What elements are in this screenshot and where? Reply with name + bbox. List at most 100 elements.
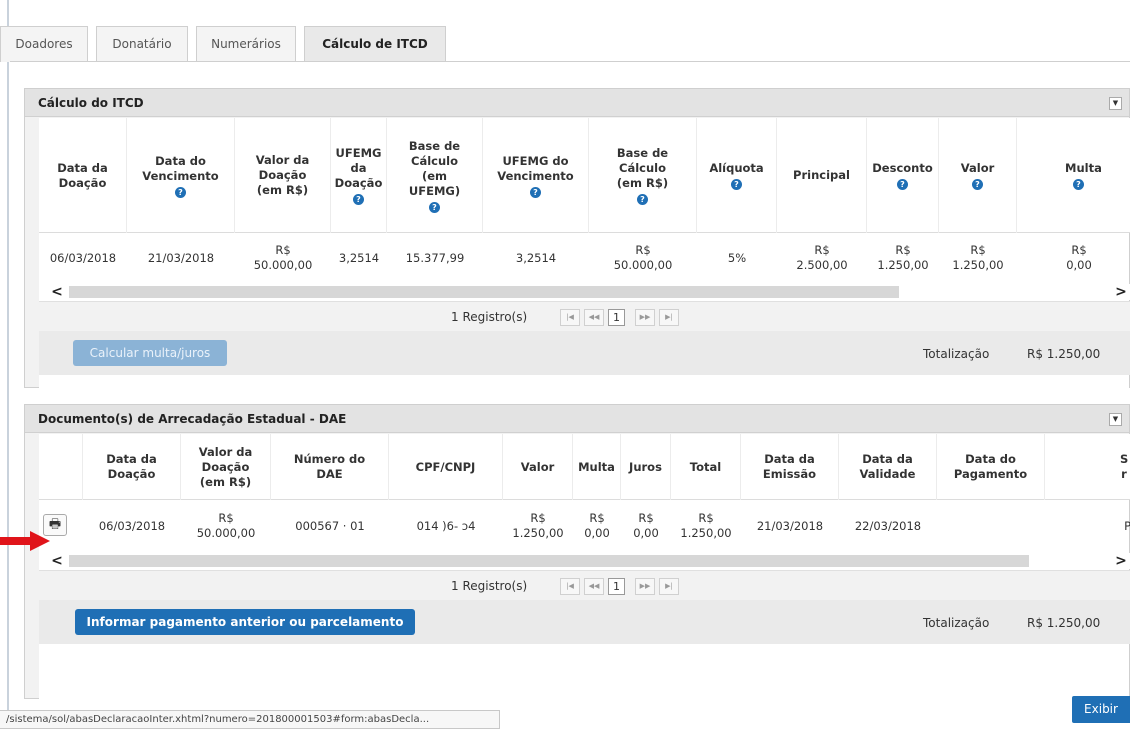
cell-text: R$ 0,00 xyxy=(633,511,659,540)
scroll-left-icon[interactable]: < xyxy=(47,553,67,569)
calc-panel-title: Cálculo do ITCD xyxy=(38,96,144,110)
cell-text: 014 )6- ɔ4 xyxy=(416,518,476,533)
col-header-valor: Valor xyxy=(503,434,573,500)
col-header-valor-doacao: Valor da Doação (em R$) xyxy=(235,118,331,233)
cell-multa: R$ 0,00 xyxy=(1017,234,1130,282)
col-header-label: S r xyxy=(1120,452,1129,481)
tabs-divider xyxy=(10,61,1130,62)
col-header-label: CPF/CNPJ xyxy=(415,459,476,474)
cell-text: R$ 1.250,00 xyxy=(877,243,929,272)
dae-pager: 1 Registro(s) |◀ ◀◀ 1 ▶▶ ▶| xyxy=(39,570,1130,600)
cell-text: R$ 50.000,00 xyxy=(196,511,256,540)
col-header-label: Valor da Doação (em R$) xyxy=(255,153,310,197)
last-page-icon[interactable]: ▶| xyxy=(659,309,679,326)
cell-text: R$ 0,00 xyxy=(584,511,610,540)
col-header-data-validade: Data da Validade xyxy=(839,434,937,500)
cell-text: R$ 50.000,00 xyxy=(613,243,673,272)
col-header-data-doacao: Data da Doação xyxy=(83,434,181,500)
help-icon[interactable]: ? xyxy=(972,179,983,190)
help-icon[interactable]: ? xyxy=(897,179,908,190)
calcular-multa-juros-button[interactable]: Calcular multa/juros xyxy=(73,340,227,366)
col-header-label: Multa xyxy=(578,459,615,474)
help-icon[interactable]: ? xyxy=(1073,179,1084,190)
dae-panel-title: Documento(s) de Arrecadação Estadual - D… xyxy=(38,412,347,426)
cell-valor: R$ 1.250,00 xyxy=(503,501,573,551)
tab-calculo-itcd[interactable]: Cálculo de ITCD xyxy=(304,26,446,62)
prev-page-icon[interactable]: ◀◀ xyxy=(584,578,604,595)
cell-ufemg-doacao: 3,2514 xyxy=(338,250,380,265)
col-header-valor-doacao: Valor da Doação (em R$) xyxy=(181,434,271,500)
collapse-toggle-icon[interactable]: ▼ xyxy=(1109,413,1122,426)
help-icon[interactable]: ? xyxy=(530,186,541,198)
col-header-label: Data da Doação xyxy=(106,452,157,481)
col-header-label: Data do Vencimento xyxy=(142,153,219,183)
help-icon[interactable]: ? xyxy=(637,194,648,205)
exibir-button[interactable]: Exibir xyxy=(1072,696,1130,723)
cell-data-vencimento: 21/03/2018 xyxy=(147,250,215,265)
col-header-label: Multa xyxy=(1065,161,1102,175)
cell-principal: R$ 2.500,00 xyxy=(777,234,867,282)
help-icon[interactable]: ? xyxy=(175,186,186,198)
cell-text: R$ 0,00 xyxy=(1066,243,1092,272)
scrollbar-track[interactable] xyxy=(69,555,1029,567)
horizontal-scrollbar[interactable]: < > xyxy=(39,553,1130,569)
col-header-data-pagamento: Data do Pagamento xyxy=(937,434,1045,500)
scroll-left-icon[interactable]: < xyxy=(47,284,67,300)
col-header-base-calculo-reais: Base de Cálculo (em R$)? xyxy=(589,118,697,233)
cell-juros: R$ 0,00 xyxy=(621,501,671,551)
col-header-label: Juros xyxy=(629,459,662,474)
col-header-multa: Multa xyxy=(573,434,621,500)
scroll-right-icon[interactable]: > xyxy=(1111,284,1130,300)
col-header-data-emissao: Data da Emissão xyxy=(741,434,839,500)
help-icon[interactable]: ? xyxy=(429,201,440,213)
tab-donatario[interactable]: Donatário xyxy=(96,26,188,62)
first-page-icon[interactable]: |◀ xyxy=(560,309,580,326)
total-label: Totalização xyxy=(923,616,990,630)
cell-ufemg-vencimento: 3,2514 xyxy=(515,250,557,265)
calc-itcd-panel: Cálculo do ITCD ▼ Data da Doação Data do… xyxy=(24,88,1130,388)
col-header-label: Desconto xyxy=(872,161,933,175)
cell-cpf-cnpj: 014 )6- ɔ4 xyxy=(389,501,503,551)
tab-doadores[interactable]: Doadores xyxy=(0,26,88,62)
col-header-cpf-cnpj: CPF/CNPJ xyxy=(389,434,503,500)
cell-valor-doacao: R$ 50.000,00 xyxy=(181,501,271,551)
col-header-label: UFEMG da Doação xyxy=(334,146,383,190)
help-icon[interactable]: ? xyxy=(731,179,742,190)
informar-pagamento-button[interactable]: Informar pagamento anterior ou parcelame… xyxy=(75,609,415,635)
last-page-icon[interactable]: ▶| xyxy=(659,578,679,595)
help-icon[interactable]: ? xyxy=(353,194,364,205)
table-row: 06/03/2018 21/03/2018 R$ 50.000,00 3,251… xyxy=(39,234,1130,282)
col-header-desconto: Desconto? xyxy=(867,118,939,233)
tab-numerarios[interactable]: Numerários xyxy=(196,26,296,62)
scrollbar-track[interactable] xyxy=(69,286,899,298)
col-header-label: Data da Emissão xyxy=(762,452,817,481)
page-number-button[interactable]: 1 xyxy=(608,578,625,595)
cell-text: R$ 1.250,00 xyxy=(512,511,564,540)
prev-page-icon[interactable]: ◀◀ xyxy=(584,309,604,326)
col-header-label: Total xyxy=(689,459,722,474)
next-page-icon[interactable]: ▶▶ xyxy=(635,309,655,326)
cell-data-emissao: 21/03/2018 xyxy=(756,518,824,533)
col-header-label: Principal xyxy=(793,168,850,182)
cell-text: R$ 50.000,00 xyxy=(253,243,313,272)
cell-text: 000567 · 01 xyxy=(295,518,365,533)
dae-panel: Documento(s) de Arrecadação Estadual - D… xyxy=(24,404,1130,699)
collapse-toggle-icon[interactable]: ▼ xyxy=(1109,97,1122,110)
next-page-icon[interactable]: ▶▶ xyxy=(635,578,655,595)
first-page-icon[interactable]: |◀ xyxy=(560,578,580,595)
scroll-right-icon[interactable]: > xyxy=(1111,553,1130,569)
calc-pager: 1 Registro(s) |◀ ◀◀ 1 ▶▶ ▶| xyxy=(39,301,1130,331)
cell-data-doacao: 06/03/2018 xyxy=(49,250,117,265)
calc-footer: Calcular multa/juros Totalização R$ 1.25… xyxy=(39,331,1130,375)
col-header-juros: Juros xyxy=(621,434,671,500)
col-header-ufemg-doacao: UFEMG da Doação? xyxy=(331,118,387,233)
page-number-button[interactable]: 1 xyxy=(608,309,625,326)
table-row: 🖶 06/03/2018 R$ 50.000,00 000567 · 01 01… xyxy=(39,501,1130,551)
col-header-label: Alíquota xyxy=(709,161,764,175)
col-header-label: Número do DAE xyxy=(293,452,366,481)
cell-text: R$ 1.250,00 xyxy=(952,243,1004,272)
col-header-label: Data do Pagamento xyxy=(953,452,1028,481)
horizontal-scrollbar[interactable]: < > xyxy=(39,284,1130,300)
col-header-situacao: S r xyxy=(1045,434,1130,500)
col-header-label: Valor xyxy=(960,161,995,175)
